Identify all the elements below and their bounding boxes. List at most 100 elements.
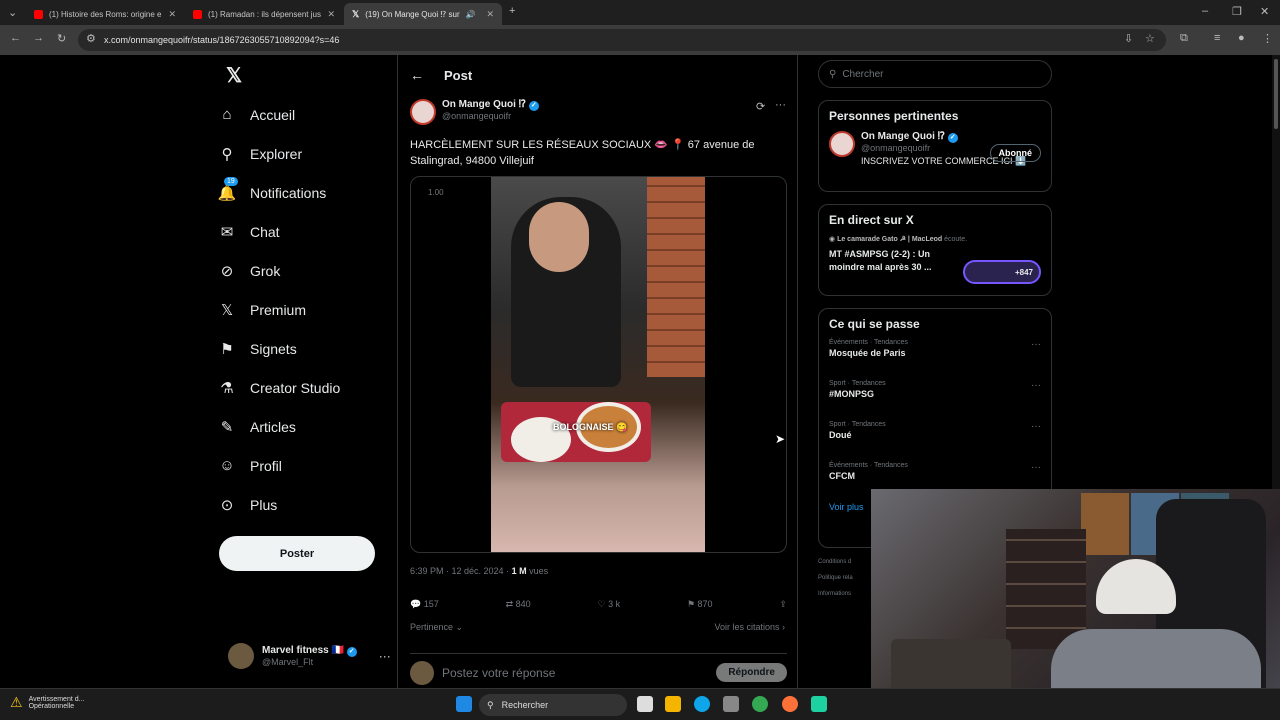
trend-item[interactable]: Sport · Tendances #MONPSG ··· xyxy=(829,380,1041,414)
address-bar[interactable]: x.com/onmangequoifr/status/1867263055710… xyxy=(78,29,1166,51)
reply-button[interactable]: Répondre xyxy=(716,663,787,682)
close-tab-icon[interactable]: ✕ xyxy=(327,9,335,20)
nav-item-grok[interactable]: ⊘ Grok xyxy=(218,251,388,290)
trend-item[interactable]: Événements · Tendances Mosquée de Paris ··… xyxy=(829,339,1041,373)
repost-icon: ⇄ xyxy=(505,599,514,609)
reply-sort[interactable]: Pertinence ⌄ xyxy=(410,622,463,633)
x-logo-icon: 𝕏 xyxy=(220,301,234,319)
account-switcher[interactable]: Marvel fitness 🇫🇷 ✓ @Marvel_Flt ··· xyxy=(228,643,391,669)
more-icon[interactable]: ··· xyxy=(1031,339,1041,350)
speaker-icon[interactable]: 🔊 xyxy=(466,10,476,19)
bookshelf xyxy=(1006,529,1086,649)
more-icon[interactable]: ··· xyxy=(1031,421,1041,432)
like-action[interactable]: ♡ 3 k xyxy=(598,599,621,610)
trend-title: Doué xyxy=(829,430,852,440)
author-name[interactable]: On Mange Quoi ⁉ xyxy=(442,99,526,110)
more-icon[interactable]: ⋮ xyxy=(1262,32,1273,45)
author-avatar[interactable] xyxy=(410,99,436,125)
chevron-down-icon: ⌄ xyxy=(455,622,464,632)
system-notice[interactable]: ⚠ Avertissement d... Opérationnelle xyxy=(10,694,84,711)
verified-icon: ✓ xyxy=(947,133,958,143)
trend-item[interactable]: Sport · Tendances Doué ··· xyxy=(829,421,1041,455)
minimize-icon[interactable]: – xyxy=(1202,5,1208,17)
more-icon[interactable]: ··· xyxy=(775,99,786,111)
extensions-icon[interactable]: ⧉ xyxy=(1180,32,1188,45)
playback-speed[interactable]: 1.00 xyxy=(428,188,444,197)
browser-tab-2[interactable]: (1) Ramadan : ils dépensent jus ✕ xyxy=(185,3,343,25)
browser-tab-3[interactable]: 𝕏 (19) On Mange Quoi ⁉ sur 🔊 ✕ xyxy=(344,3,502,25)
file-explorer-icon[interactable] xyxy=(665,696,681,712)
relevant-people-card: Personnes pertinentes On Mange Quoi ⁉ ✓ … xyxy=(818,100,1052,192)
grok-icon[interactable]: ⟳ xyxy=(756,100,765,113)
share-icon[interactable]: ⇪ xyxy=(779,599,787,610)
following-button[interactable]: Abonné xyxy=(989,144,1041,162)
nav-item-creator-studio[interactable]: ⚗ Creator Studio xyxy=(218,368,388,407)
install-icon[interactable]: ⇩ xyxy=(1124,32,1133,45)
app-icon[interactable] xyxy=(811,696,827,712)
warning-icon: ⚠ xyxy=(10,694,23,710)
nav-item-notifications[interactable]: 🔔 19 Notifications xyxy=(218,173,388,212)
reply-action[interactable]: 💬 157 xyxy=(410,599,439,610)
nav-item-explorer[interactable]: ⚲ Explorer xyxy=(218,134,388,173)
back-arrow-icon[interactable]: ← xyxy=(410,67,424,83)
edge-icon[interactable] xyxy=(694,696,710,712)
x-logo-icon[interactable]: 𝕏 xyxy=(218,55,388,95)
bookmark-icon: ⚑ xyxy=(220,340,234,358)
reply-icon: 💬 xyxy=(410,599,422,609)
avatar xyxy=(410,660,434,685)
live-card[interactable]: En direct sur X ◉ Le camarade Gato ☭ | M… xyxy=(818,204,1052,296)
windows-start-icon[interactable] xyxy=(456,696,472,712)
notification-badge: 19 xyxy=(224,176,238,186)
tab-list-icon[interactable]: ⌄ xyxy=(8,6,17,19)
nav-item-accueil[interactable]: ⌂ Accueil xyxy=(218,95,388,134)
forward-icon[interactable]: → xyxy=(33,32,44,44)
home-icon: ⌂ xyxy=(222,106,232,123)
taskbar-search[interactable]: ⚲ Rechercher xyxy=(479,694,627,716)
nav-label: Premium xyxy=(250,301,307,318)
star-icon[interactable]: ☆ xyxy=(1145,32,1155,45)
view-quotes-link[interactable]: Voir les citations › xyxy=(714,622,785,632)
video-frame[interactable]: BOLOGNAISE 😋 xyxy=(491,177,705,552)
post-time[interactable]: 6:39 PM · 12 déc. 2024 · xyxy=(410,566,512,576)
youtube-icon xyxy=(34,9,43,19)
new-tab-icon[interactable]: + xyxy=(509,5,515,17)
scroll-thumb[interactable] xyxy=(1274,59,1278,129)
nav-item-plus[interactable]: ⊙ Plus xyxy=(218,485,388,524)
video-player[interactable]: 1.00 BOLOGNAISE 😋 xyxy=(410,176,787,553)
nav-item-chat[interactable]: ✉ Chat xyxy=(218,212,388,251)
author-avatar[interactable] xyxy=(829,131,855,157)
nav-item-profil[interactable]: ☺ Profil xyxy=(218,446,388,485)
verified-icon: ✓ xyxy=(528,101,539,111)
more-icon[interactable]: ··· xyxy=(1031,462,1041,473)
listener-avatars: +847 xyxy=(963,260,1041,284)
back-icon[interactable]: ← xyxy=(10,32,21,44)
chrome-icon[interactable] xyxy=(752,696,768,712)
close-tab-icon[interactable]: ✕ xyxy=(168,9,176,20)
menu-icon[interactable]: ≡ xyxy=(1214,32,1220,44)
more-icon[interactable]: ··· xyxy=(379,649,391,663)
video-caption: BOLOGNAISE 😋 xyxy=(553,422,628,432)
store-icon[interactable] xyxy=(723,696,739,712)
search-input[interactable]: ⚲ Chercher xyxy=(818,60,1052,88)
nav-item-articles[interactable]: ✎ Articles xyxy=(218,407,388,446)
author-handle[interactable]: @onmangequoifr xyxy=(442,111,539,121)
repost-action[interactable]: ⇄ 840 xyxy=(506,599,531,610)
nav-item-signets[interactable]: ⚑ Signets xyxy=(218,329,388,368)
close-tab-icon[interactable]: ✕ xyxy=(486,9,494,20)
nav-item-premium[interactable]: 𝕏 Premium xyxy=(218,290,388,329)
more-icon[interactable]: ··· xyxy=(1031,380,1041,391)
site-info-icon[interactable]: ⚙ xyxy=(86,32,96,45)
reload-icon[interactable]: ↻ xyxy=(57,32,66,45)
profile-icon[interactable]: ● xyxy=(1238,32,1245,44)
browser-tab-1[interactable]: (1) Histoire des Roms: origine e ✕ xyxy=(26,3,184,25)
bookmark-action[interactable]: ⚑ 870 xyxy=(687,599,713,610)
reply-input[interactable]: Postez votre réponse xyxy=(442,666,555,680)
relevant-name[interactable]: On Mange Quoi ⁉ xyxy=(861,131,945,142)
window-close-icon[interactable]: ✕ xyxy=(1260,5,1269,18)
post-author[interactable]: On Mange Quoi ⁉ ✓ @onmangequoifr xyxy=(410,99,539,125)
tweet-text: HARCÈLEMENT SUR LES RÉSEAUX SOCIAUX 👄 📍 … xyxy=(410,139,755,167)
task-view-icon[interactable] xyxy=(637,696,653,712)
maximize-icon[interactable]: ❐ xyxy=(1232,5,1242,18)
firefox-icon[interactable] xyxy=(782,696,798,712)
post-button[interactable]: Poster xyxy=(219,536,375,571)
